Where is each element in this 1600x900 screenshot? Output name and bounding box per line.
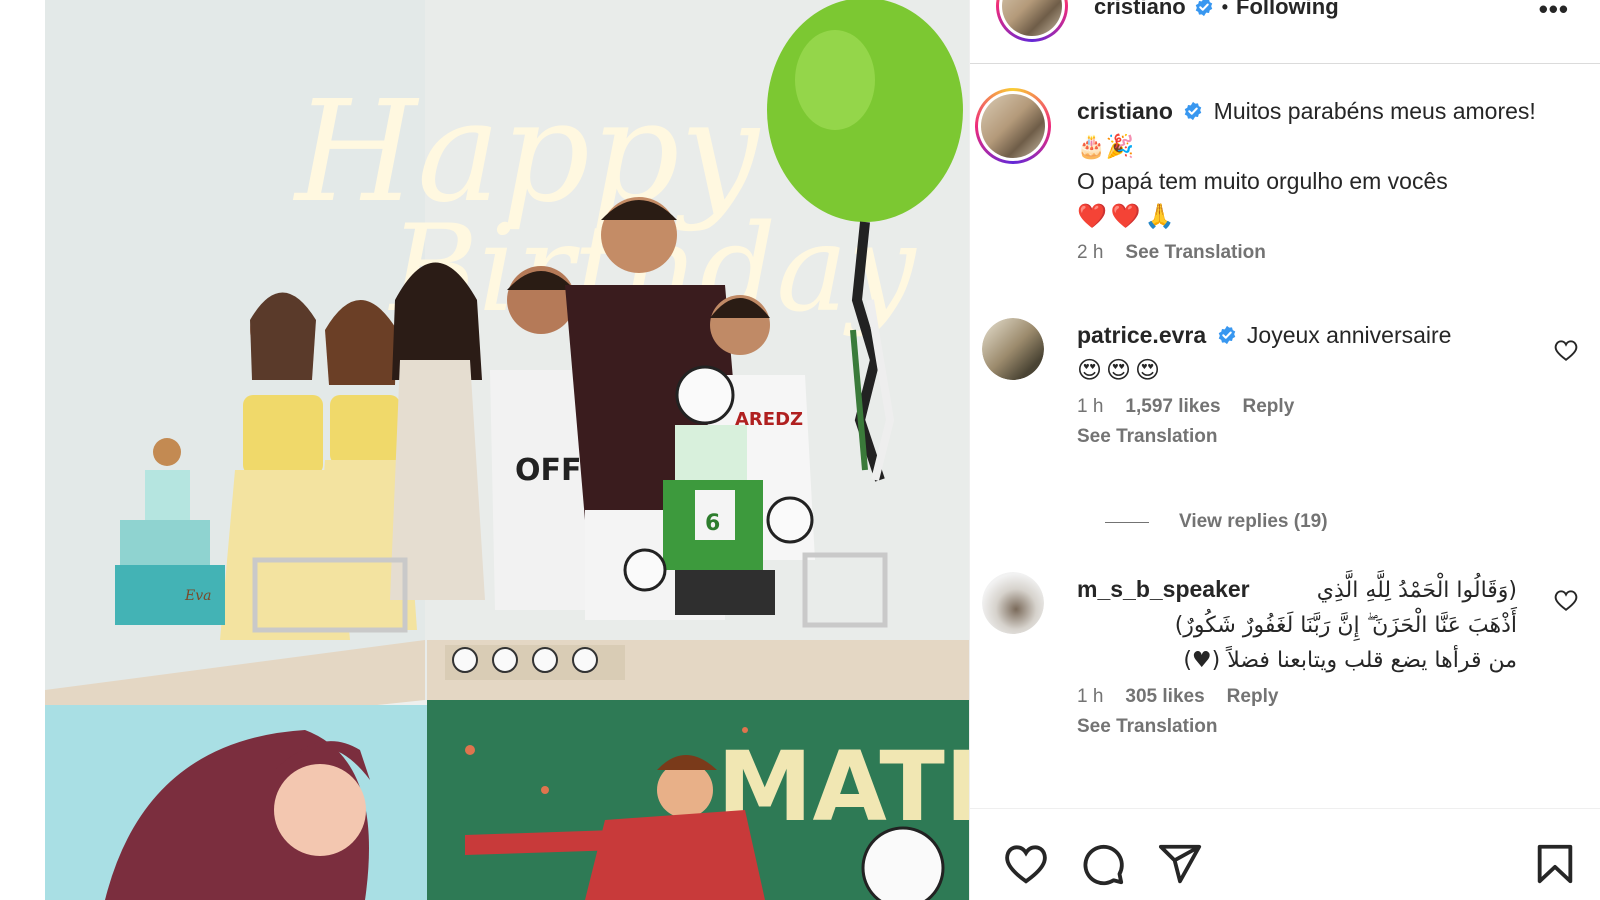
comment-username[interactable]: m_s_b_speaker: [1077, 572, 1250, 607]
view-replies-label: View replies (19): [1179, 511, 1328, 532]
caption-avatar[interactable]: [975, 88, 1051, 164]
comment-meta: 1 h 305 likes Reply: [1077, 684, 1517, 710]
replies-divider: [1105, 521, 1149, 523]
like-heart-icon[interactable]: [1553, 588, 1579, 612]
comment-item: m_s_b_speaker (وَقَالُوا الْحَمْدُ لِلَّ…: [970, 572, 1600, 752]
comment-likes[interactable]: 1,597 likes: [1125, 394, 1220, 420]
jersey-number: 6: [705, 511, 720, 536]
comment-body: m_s_b_speaker (وَقَالُوا الْحَمْدُ لِلَّ…: [1077, 572, 1517, 740]
caption-body: cristiano Muitos parabéns meus amores! 🎂…: [1077, 94, 1557, 266]
post-detail-panel: cristiano • Following ••• cristiano Muit…: [969, 0, 1600, 900]
post-header: cristiano • Following •••: [970, 0, 1600, 64]
comment-username[interactable]: patrice.evra: [1077, 322, 1206, 348]
caption-line2: O papá tem muito orgulho em vocês: [1077, 168, 1448, 194]
post-caption: cristiano Muitos parabéns meus amores! 🎂…: [970, 88, 1600, 278]
comment-item: patrice.evra Joyeux anniversaire 😍😍😍 1 h…: [970, 318, 1600, 468]
header-avatar[interactable]: [996, 0, 1068, 42]
verified-icon: [1218, 325, 1235, 345]
more-icon[interactable]: •••: [1539, 0, 1569, 25]
banner-text: MATE: [717, 731, 969, 843]
comment-text-line3: من قرأها يضع قلب ويتابعنا فضلاً (♥): [1183, 648, 1517, 673]
bookmark-icon[interactable]: [1532, 841, 1578, 887]
comment-meta: 1 h 1,597 likes Reply: [1077, 394, 1517, 420]
like-heart-icon[interactable]: [1553, 338, 1579, 362]
share-icon[interactable]: [1157, 841, 1203, 887]
following-button[interactable]: Following: [1236, 0, 1339, 20]
heart-icon[interactable]: [1003, 841, 1049, 887]
comment-emojis: 😍😍😍: [1077, 356, 1165, 384]
verified-icon: [1185, 101, 1202, 121]
comment-text-line2: أَذْهَبَ عَنَّا الْحَزَنَ ۖ إِنَّ رَبَّن…: [1174, 613, 1517, 638]
shirt-text: OFF: [515, 453, 582, 488]
comment-avatar[interactable]: [982, 318, 1044, 380]
photo-illustration: Happy Birthday: [45, 0, 969, 900]
instagram-post-view: Happy Birthday: [0, 0, 1600, 900]
reply-button[interactable]: Reply: [1227, 684, 1279, 710]
caption-meta: 2 h See Translation: [1077, 240, 1557, 266]
comment-likes[interactable]: 305 likes: [1125, 684, 1204, 710]
header-user-info: cristiano • Following: [1094, 0, 1339, 20]
mermaid-cake: [120, 520, 210, 570]
comment-icon[interactable]: [1080, 841, 1126, 887]
reply-button[interactable]: Reply: [1243, 394, 1295, 420]
verified-icon: [1195, 0, 1212, 17]
comment-time[interactable]: 1 h: [1077, 684, 1103, 710]
header-username[interactable]: cristiano: [1094, 0, 1186, 20]
comment-text-line1: (وَقَالُوا الْحَمْدُ لِلَّهِ الَّذِي: [1316, 578, 1517, 603]
caption-time[interactable]: 2 h: [1077, 240, 1103, 266]
comment-see-translation[interactable]: See Translation: [1077, 714, 1517, 740]
comment-see-translation[interactable]: See Translation: [1077, 424, 1517, 450]
view-replies-button[interactable]: View replies (19): [1105, 511, 1328, 533]
caption-username[interactable]: cristiano: [1077, 98, 1173, 124]
comment-avatar[interactable]: [982, 572, 1044, 634]
comment-text: Joyeux anniversaire: [1246, 322, 1452, 348]
header-separator: •: [1221, 0, 1229, 17]
post-actions-bar: [970, 808, 1600, 900]
comment-time[interactable]: 1 h: [1077, 394, 1103, 420]
caption-emojis: ❤️❤️🙏: [1077, 202, 1179, 230]
caption-see-translation[interactable]: See Translation: [1125, 240, 1265, 266]
comment-body: patrice.evra Joyeux anniversaire 😍😍😍 1 h…: [1077, 318, 1517, 450]
cake-name: Eva: [184, 588, 211, 604]
post-photo[interactable]: Happy Birthday: [45, 0, 969, 900]
